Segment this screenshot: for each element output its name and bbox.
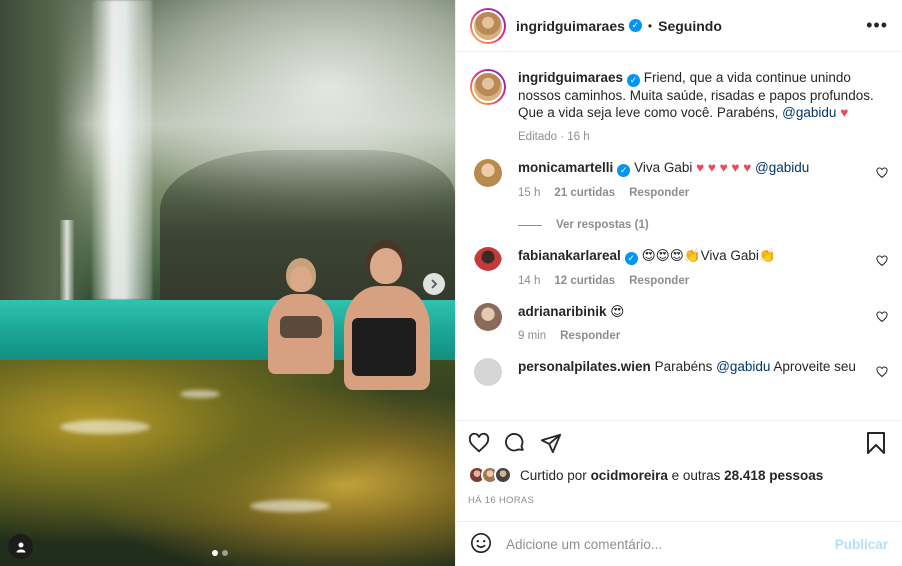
post-detail-panel: ingridguimaraes ✓ • Seguindo ••• ingridg… — [455, 0, 902, 566]
more-options-icon[interactable]: ••• — [866, 15, 888, 36]
caption-avatar[interactable] — [470, 69, 506, 105]
post-caption: ingridguimaraes ✓ Friend, que a vida cont… — [470, 69, 888, 143]
emoji-icon[interactable] — [470, 532, 492, 557]
post-photo[interactable] — [0, 0, 455, 566]
photo-waterfall-small — [60, 220, 74, 300]
publish-button[interactable]: Publicar — [835, 537, 888, 552]
carousel-indicator — [212, 550, 228, 556]
commenter-avatar[interactable] — [474, 159, 502, 187]
caption-edited: Editado · 16 h — [518, 131, 590, 143]
comment-composer: Publicar — [456, 521, 902, 566]
chevron-right-icon — [431, 279, 438, 289]
photo-rock-left — [0, 0, 90, 300]
share-icon[interactable] — [540, 428, 576, 458]
heart-emoji-icon: ♥ ♥ ♥ ♥ ♥ — [696, 160, 752, 175]
photo-glint — [180, 390, 220, 398]
reply-button[interactable]: Responder — [629, 187, 689, 199]
verified-badge-icon: ✓ — [627, 74, 641, 87]
verified-badge-icon: ✓ — [617, 164, 631, 177]
commenter-username[interactable]: monicamartelli — [518, 160, 613, 175]
commenter-username[interactable]: adrianaribinik — [518, 304, 607, 319]
commenter-username[interactable]: fabianakarlareal — [518, 248, 621, 263]
likes-suffix: e outras — [671, 467, 721, 483]
comment-like-icon[interactable] — [876, 311, 888, 326]
post-header: ingridguimaraes ✓ • Seguindo ••• — [456, 0, 902, 52]
commenter-avatar[interactable] — [474, 303, 502, 331]
photo-foreground-water — [0, 360, 455, 566]
photo-glint — [250, 500, 330, 512]
comment-like-icon[interactable] — [876, 167, 888, 182]
commenter-avatar[interactable] — [474, 247, 502, 275]
bookmark-icon[interactable] — [866, 428, 890, 458]
post-timestamp[interactable]: HÁ 16 HORAS — [468, 495, 890, 506]
photo-person-right — [342, 240, 432, 390]
commenter-avatar[interactable] — [474, 358, 502, 386]
heart-emoji-icon: ♥ — [840, 105, 849, 120]
comment-item: personalpilates.wien Parabéns @gabidu Ap… — [470, 358, 888, 386]
photo-glint — [60, 420, 150, 434]
author-avatar[interactable] — [470, 7, 506, 44]
comment-text: 😍😍😍👏Viva Gabi👏 — [641, 248, 776, 263]
comment-mention[interactable]: @gabidu — [755, 160, 809, 175]
view-replies-label: Ver respostas (1) — [556, 219, 649, 231]
comment-like-icon[interactable] — [876, 255, 888, 270]
author-username[interactable]: ingridguimaraes — [516, 18, 625, 34]
comment-time: 9 min — [518, 330, 547, 342]
comment-likes[interactable]: 12 curtidas — [554, 275, 615, 287]
reply-button[interactable]: Responder — [560, 330, 620, 342]
comment-icon[interactable] — [504, 428, 540, 458]
next-photo-button[interactable] — [423, 273, 445, 295]
photo-waterfall — [92, 0, 152, 300]
comment-text: Parabéns — [654, 359, 713, 374]
reply-button[interactable]: Responder — [629, 275, 689, 287]
commenter-username[interactable]: personalpilates.wien — [518, 359, 651, 374]
photo-person-left — [266, 258, 336, 378]
tagged-users-button[interactable] — [8, 534, 33, 559]
comment-time: 15 h — [518, 187, 541, 199]
post-actions: Curtido por ocidmoreira e outras 28.418 … — [456, 420, 902, 506]
liker-avatars — [468, 466, 512, 484]
header-separator: • — [647, 18, 653, 33]
caption-username[interactable]: ingridguimaraes — [518, 70, 623, 85]
comment-time: 14 h — [518, 275, 541, 287]
heart-icon[interactable] — [468, 428, 504, 458]
comments-list[interactable]: ingridguimaraes ✓ Friend, que a vida cont… — [456, 53, 902, 419]
caption-mention[interactable]: @gabidu — [782, 105, 836, 120]
comment-mention[interactable]: @gabidu — [716, 359, 770, 374]
comment-item: adrianaribinik 😍 9 min Responder — [470, 303, 888, 342]
user-tag-icon — [16, 542, 25, 552]
carousel-dot — [222, 550, 228, 556]
likes-count[interactable]: 28.418 pessoas — [724, 468, 823, 483]
view-replies-button[interactable]: Ver respostas (1) — [518, 219, 888, 231]
verified-badge-icon: ✓ — [624, 252, 638, 265]
replies-divider — [518, 224, 542, 226]
likes-prefix: Curtido por — [520, 467, 587, 483]
comment-text: 😍 — [610, 304, 625, 319]
carousel-dot — [212, 550, 218, 556]
likes-user[interactable]: ocidmoreira — [591, 468, 668, 483]
likes-summary[interactable]: Curtido por ocidmoreira e outras 28.418 … — [468, 463, 890, 487]
comment-like-icon[interactable] — [876, 366, 888, 381]
comment-text: Viva Gabi — [634, 160, 693, 175]
comment-item: fabianakarlareal ✓ 😍😍😍👏Viva Gabi👏 14 h 12… — [470, 247, 888, 287]
following-status-button[interactable]: Seguindo — [658, 18, 722, 34]
comment-likes[interactable]: 21 curtidas — [554, 187, 615, 199]
comment-item: monicamartelli ✓ Viva Gabi ♥ ♥ ♥ ♥ ♥ @gab… — [470, 159, 888, 199]
comment-text-continued: Aproveite seu — [773, 359, 856, 374]
comment-input[interactable] — [506, 536, 835, 552]
verified-badge-icon: ✓ — [628, 19, 642, 32]
